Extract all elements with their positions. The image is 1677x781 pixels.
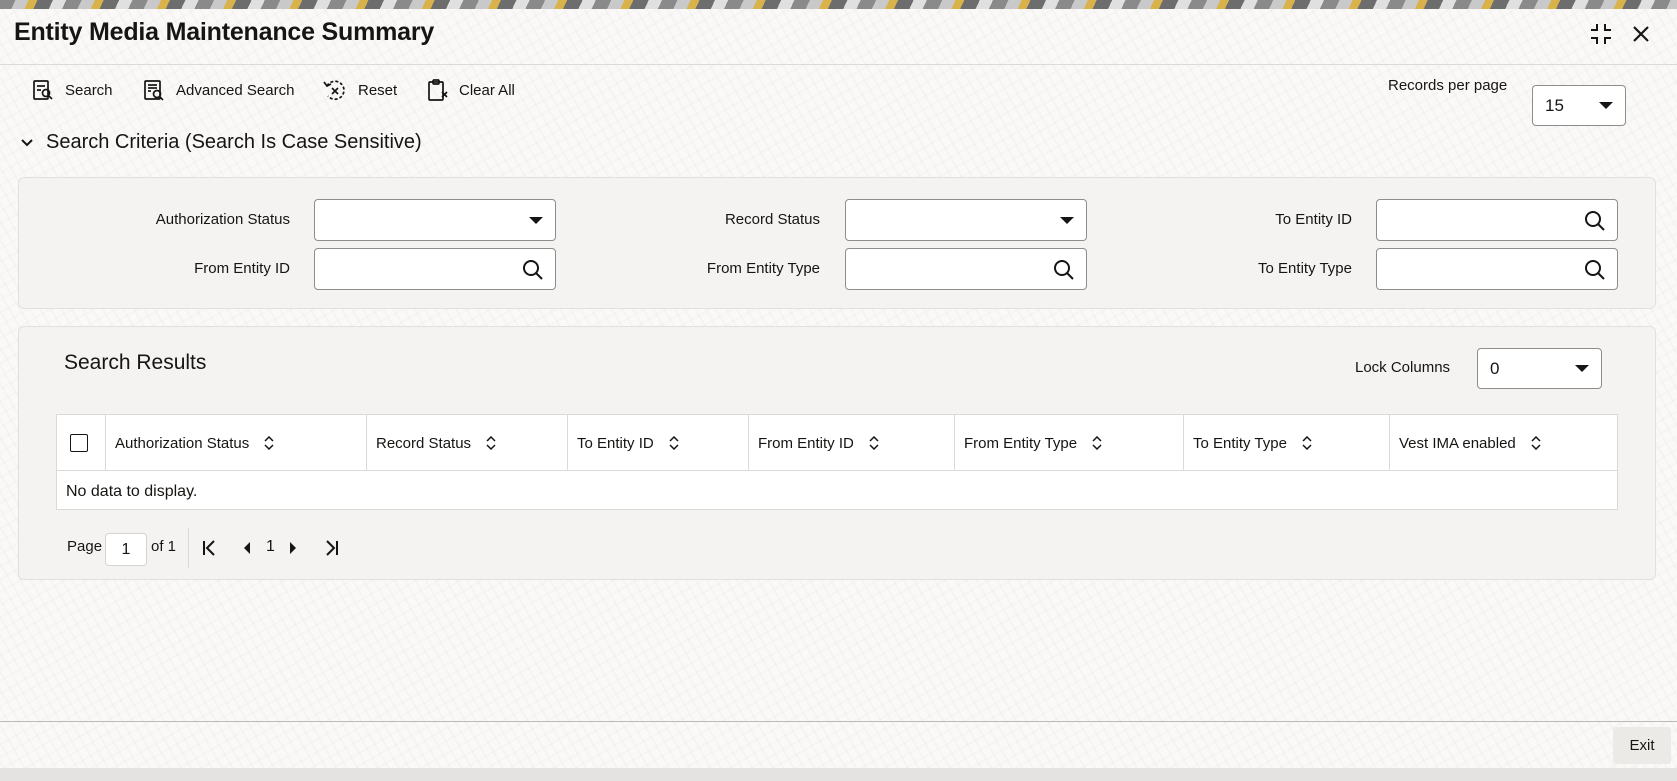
reset-button-label: Reset xyxy=(358,81,398,99)
close-icon xyxy=(1633,26,1649,42)
column-header-label: From Entity Type xyxy=(964,434,1078,452)
column-header-vest-ima-enabled[interactable]: Vest IMA enabled xyxy=(1389,415,1617,471)
no-data-message: No data to display. xyxy=(66,483,198,500)
lock-columns-label: Lock Columns xyxy=(1355,359,1451,376)
records-per-page-label: Records per page xyxy=(1388,77,1508,94)
column-header-from-entity-id[interactable]: From Entity ID xyxy=(748,415,954,471)
to-entity-id-label: To Entity ID xyxy=(1275,211,1352,228)
clear-all-label: Clear All xyxy=(459,81,515,99)
search-form-icon xyxy=(33,80,53,100)
page-label: Page xyxy=(67,538,103,555)
page-title: Entity Media Maintenance Summary xyxy=(14,18,435,46)
clear-all-button[interactable]: Clear All xyxy=(425,75,515,105)
chevron-down-icon xyxy=(529,217,543,224)
first-page-icon xyxy=(203,540,215,556)
chevron-down-icon xyxy=(1060,217,1074,224)
lock-columns-value: 0 xyxy=(1490,358,1500,378)
last-page-button[interactable] xyxy=(322,537,342,559)
from-entity-type-label: From Entity Type xyxy=(706,260,820,277)
clipboard-clear-icon xyxy=(428,79,448,101)
search-icon[interactable] xyxy=(1583,209,1607,233)
select-all-column xyxy=(57,415,105,471)
column-header-label: Vest IMA enabled xyxy=(1399,434,1516,452)
search-button-label: Search xyxy=(65,81,113,99)
column-header-record-status[interactable]: Record Status xyxy=(366,415,567,471)
chevron-down-icon xyxy=(1599,102,1613,109)
search-results-title: Search Results xyxy=(64,351,207,374)
collapse-corners-icon xyxy=(1591,24,1611,44)
to-entity-type-field[interactable] xyxy=(1376,248,1618,290)
previous-page-button[interactable] xyxy=(237,537,257,559)
sort-icon xyxy=(1092,436,1102,450)
column-header-to-entity-id[interactable]: To Entity ID xyxy=(567,415,748,471)
from-entity-type-field[interactable] xyxy=(845,248,1087,290)
search-icon[interactable] xyxy=(1052,258,1076,282)
maximize-button[interactable] xyxy=(1587,20,1615,48)
chevron-down-icon xyxy=(21,138,33,146)
close-button[interactable] xyxy=(1627,20,1655,48)
advanced-search-button[interactable]: Advanced Search xyxy=(142,75,294,105)
authorization-status-label: Authorization Status xyxy=(155,211,290,228)
select-all-checkbox[interactable] xyxy=(70,434,88,452)
column-header-label: To Entity Type xyxy=(1193,434,1287,452)
search-icon[interactable] xyxy=(1583,258,1607,282)
title-divider xyxy=(0,64,1677,65)
authorization-status-select[interactable] xyxy=(314,199,556,241)
first-page-button[interactable] xyxy=(199,537,219,559)
top-banner-strip xyxy=(0,0,1677,9)
column-header-authorization-status[interactable]: Authorization Status xyxy=(105,415,366,471)
reset-icon xyxy=(323,80,345,101)
to-entity-id-field[interactable] xyxy=(1376,199,1618,241)
last-page-icon xyxy=(326,540,338,556)
sort-icon xyxy=(1531,436,1541,450)
records-per-page-value: 15 xyxy=(1545,95,1564,115)
record-status-label: Record Status xyxy=(724,211,820,228)
search-button[interactable]: Search xyxy=(31,75,113,105)
from-entity-id-field[interactable] xyxy=(314,248,556,290)
column-header-to-entity-type[interactable]: To Entity Type xyxy=(1183,415,1389,471)
reset-button[interactable]: Reset xyxy=(322,75,397,105)
search-criteria-title: Search Criteria (Search Is Case Sensitiv… xyxy=(46,131,422,153)
current-page-number[interactable]: 1 xyxy=(266,538,275,556)
column-header-from-entity-type[interactable]: From Entity Type xyxy=(954,415,1183,471)
lock-columns-select[interactable]: 0 xyxy=(1477,348,1602,389)
next-page-button[interactable] xyxy=(283,537,303,559)
results-table: Authorization Status Record Status To En… xyxy=(56,414,1618,510)
sort-icon xyxy=(264,436,274,450)
records-per-page-select[interactable]: 15 xyxy=(1532,85,1626,126)
caret-left-icon xyxy=(244,542,250,554)
search-criteria-toggle[interactable]: Search Criteria (Search Is Case Sensitiv… xyxy=(18,131,422,154)
search-icon[interactable] xyxy=(521,258,545,282)
from-entity-id-label: From Entity ID xyxy=(194,260,290,277)
advanced-search-label: Advanced Search xyxy=(176,81,295,99)
table-header: Authorization Status Record Status To En… xyxy=(57,415,1617,471)
caret-right-icon xyxy=(290,542,296,554)
sort-icon xyxy=(669,436,679,450)
page-number-input[interactable]: 1 xyxy=(105,533,147,566)
to-entity-type-label: To Entity Type xyxy=(1258,260,1352,277)
bottom-strip xyxy=(0,768,1677,781)
column-header-label: Record Status xyxy=(376,434,472,452)
footer-divider xyxy=(0,721,1677,722)
chevron-down-icon xyxy=(1575,365,1589,372)
sort-icon xyxy=(486,436,496,450)
exit-button[interactable]: Exit xyxy=(1613,727,1671,764)
column-header-label: Authorization Status xyxy=(115,434,250,452)
sort-icon xyxy=(1302,436,1312,450)
column-header-label: From Entity ID xyxy=(758,434,854,452)
column-header-label: To Entity ID xyxy=(577,434,654,452)
pager-divider xyxy=(188,528,189,568)
sort-icon xyxy=(869,436,879,450)
record-status-select[interactable] xyxy=(845,199,1087,241)
page-total-label: of 1 xyxy=(151,538,177,555)
advanced-search-icon xyxy=(144,80,164,101)
